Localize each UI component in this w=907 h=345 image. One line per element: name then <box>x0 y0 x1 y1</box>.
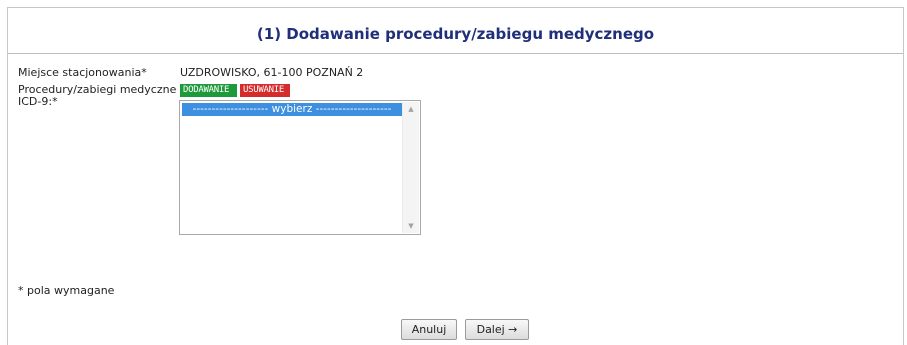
form-panel: (1) Dodawanie procedury/zabiegu medyczne… <box>7 7 904 345</box>
title-divider <box>8 53 903 54</box>
listbox-scrollbar[interactable]: ▲ ▼ <box>402 102 419 233</box>
add-procedure-badge[interactable]: DODAWANIE <box>180 84 237 97</box>
cancel-button[interactable]: Anuluj <box>401 319 457 340</box>
next-button[interactable]: Dalej → <box>465 319 529 340</box>
location-value: UZDROWISKO, 61-100 POZNAŃ 2 <box>180 66 364 79</box>
scroll-down-arrow-icon[interactable]: ▼ <box>403 219 419 233</box>
listbox-option-wybierz[interactable]: -------------------- wybierz -----------… <box>182 103 402 116</box>
scroll-up-arrow-icon[interactable]: ▲ <box>403 102 419 116</box>
location-label: Miejsce stacjonowania* <box>18 66 147 79</box>
remove-procedure-badge[interactable]: USUWANIE <box>240 84 290 97</box>
procedures-listbox[interactable]: -------------------- wybierz -----------… <box>179 100 421 235</box>
required-fields-note: * pola wymagane <box>18 284 115 297</box>
page-title: (1) Dodawanie procedury/zabiegu medyczne… <box>256 25 655 43</box>
procedures-label-line2: ICD-9:* <box>18 95 58 108</box>
